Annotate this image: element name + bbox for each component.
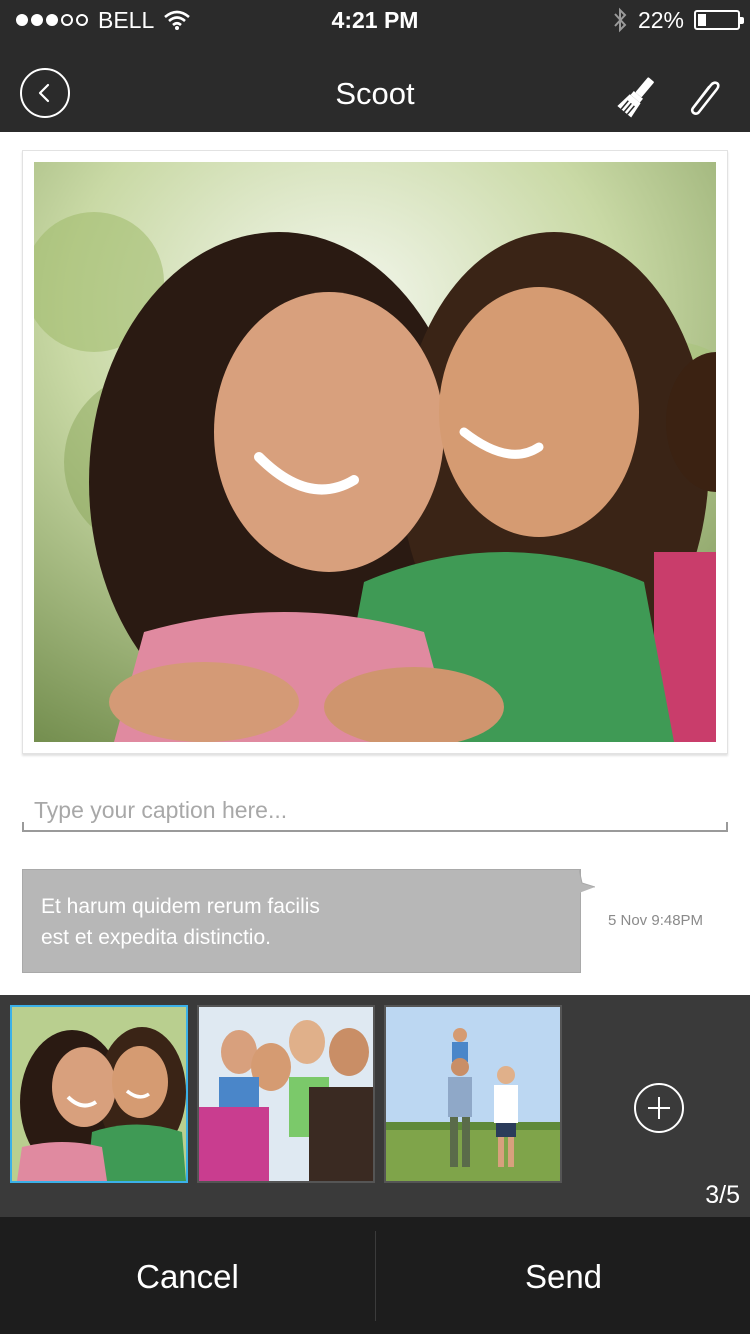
bluetooth-icon [614,7,627,33]
message-bubble: Et harum quidem rerum facilis est et exp… [22,869,581,973]
thumbnail-photo-family-group[interactable] [197,1005,375,1183]
status-bar: BELL 4:21 PM 22% [0,0,750,40]
thumbnail-photo-field-family[interactable] [384,1005,562,1183]
message-timestamp: 5 Nov 9:48PM [608,912,704,929]
send-button[interactable]: Send [376,1217,750,1334]
paperclip-icon[interactable] [680,72,726,118]
message-text-line: est et expedita distinctio. [41,926,271,949]
caption-underline-tick [726,822,728,832]
photo-card [22,150,728,754]
message-text-line: Et harum quidem rerum facilis [41,895,320,918]
nav-bar: Scoot [0,40,750,132]
cancel-button[interactable]: Cancel [0,1217,375,1334]
bottom-action-bar: Cancel Send [0,1217,750,1334]
back-button[interactable] [20,68,70,118]
battery-icon [694,10,744,30]
thumbnail-strip: 3/5 [0,995,750,1217]
photo-mother-daughter[interactable] [34,162,716,742]
status-right: 22% [612,0,744,40]
add-photo-button[interactable] [634,1083,684,1133]
caption-underline-tick [22,822,24,832]
battery-percent: 22% [637,6,684,33]
paintbrush-icon[interactable] [614,72,660,118]
photo-count: 3/5 [705,1181,740,1209]
thumbnail-photo-mother-daughter[interactable] [10,1005,188,1183]
chevron-left-icon [38,83,50,103]
battery-level [698,14,707,26]
bubble-tail [579,869,595,893]
caption-input[interactable] [22,790,728,832]
